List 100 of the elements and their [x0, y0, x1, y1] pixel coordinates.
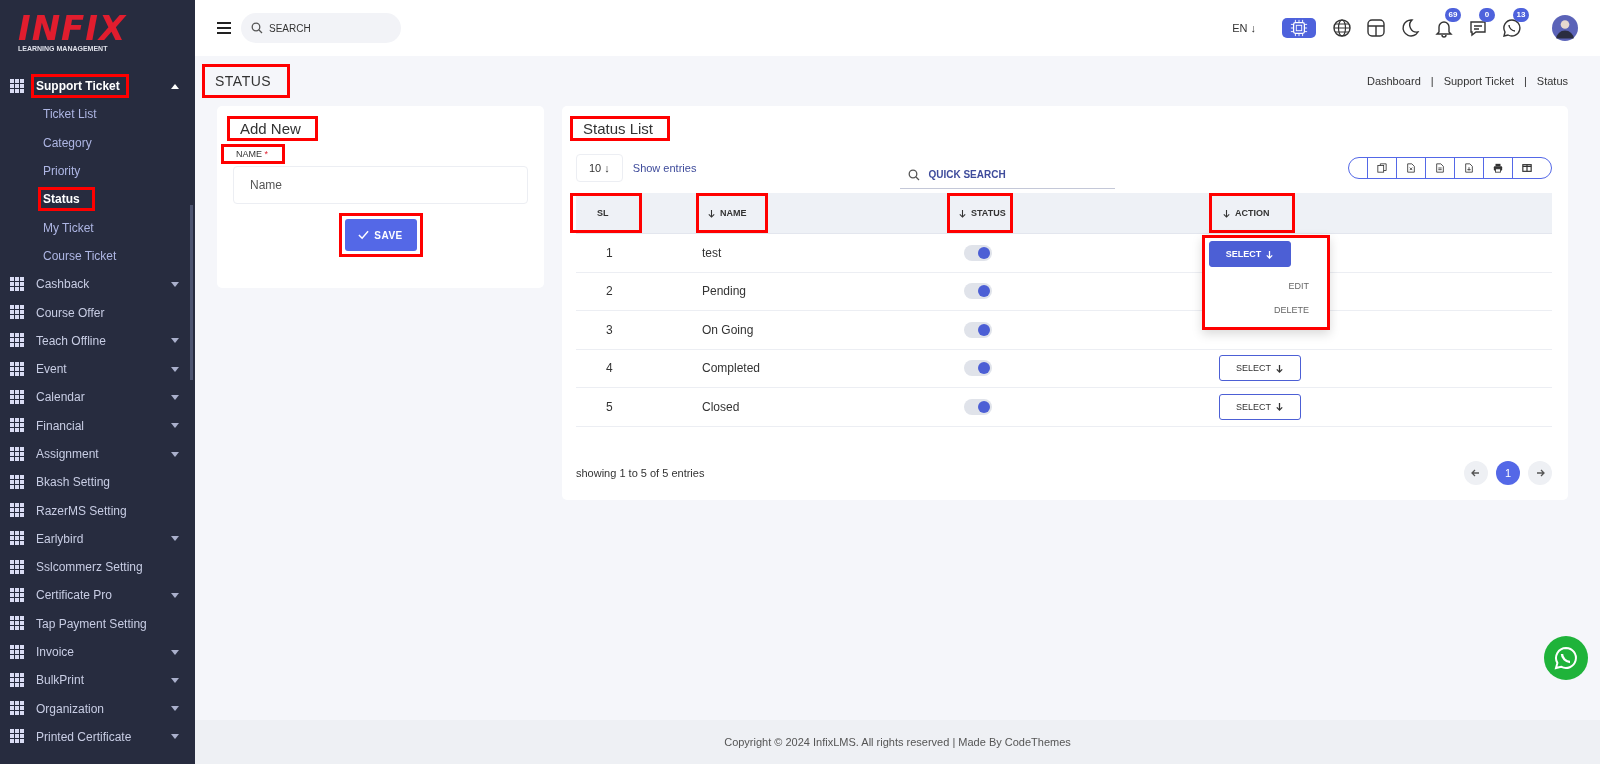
status-toggle[interactable] [964, 398, 992, 415]
sidebar-item[interactable]: Invoice [31, 640, 171, 665]
sidebar-item[interactable]: Certificate Pro [31, 583, 171, 608]
column-header[interactable]: ACTION [1209, 193, 1295, 233]
chat-icon[interactable] [1468, 18, 1488, 38]
notification-badge: 13 [1513, 8, 1529, 22]
status-toggle[interactable] [964, 244, 992, 261]
submenu-item[interactable]: Status [38, 187, 95, 212]
breadcrumb-link[interactable]: Support Ticket [1443, 75, 1514, 87]
submenu-item[interactable]: Priority [38, 159, 96, 184]
sidebar-item[interactable]: Earlybird [31, 526, 171, 551]
caret-icon[interactable] [171, 593, 179, 598]
menu-item[interactable]: DELETE [1256, 305, 1327, 315]
status-toggle[interactable] [964, 321, 992, 338]
sidebar-item[interactable]: Course Offer [31, 300, 179, 325]
sidebar-item[interactable]: Sslcommerz Setting [31, 555, 179, 580]
moon-icon[interactable] [1400, 18, 1420, 38]
bell-icon[interactable] [1434, 18, 1454, 38]
grid-icon [10, 361, 25, 377]
grid-icon [10, 644, 25, 660]
grid-icon [10, 588, 25, 603]
sidebar-item[interactable]: BulkPrint [31, 668, 171, 693]
sidebar-item[interactable]: Event [31, 357, 171, 382]
file-icon[interactable] [1406, 163, 1416, 173]
ai-chip-button[interactable] [1282, 18, 1316, 38]
sidebar-item[interactable]: Tap Payment Setting [31, 611, 179, 636]
sort-arrow-icon[interactable] [1222, 208, 1231, 218]
next-page-icon[interactable] [1528, 460, 1552, 485]
page-size-select[interactable]: 10 ↓ [576, 154, 623, 182]
avatar[interactable] [1552, 15, 1578, 41]
column-header[interactable]: SL [570, 193, 642, 233]
select-button[interactable]: SELECT [1219, 393, 1301, 420]
caret-icon[interactable] [171, 366, 179, 372]
check-icon [358, 230, 370, 240]
submenu-item[interactable]: Course Ticket [38, 243, 132, 268]
column-header[interactable]: STATUS [947, 193, 1013, 233]
search-icon[interactable] [908, 169, 921, 181]
caret-icon[interactable] [171, 83, 179, 89]
scrollbar[interactable] [190, 205, 193, 380]
field-label: NAME * [221, 144, 286, 164]
whatsapp-chat-button[interactable] [1544, 636, 1588, 680]
page-number[interactable]: 1 [1496, 460, 1520, 485]
copy-icon[interactable] [1377, 163, 1387, 173]
quick-search-field[interactable]: QUICK SEARCH [900, 161, 1116, 189]
file-icon[interactable] [1464, 163, 1474, 173]
sort-arrow-icon[interactable] [707, 208, 716, 218]
table-cell: Pending [702, 284, 747, 299]
caret-icon[interactable] [171, 649, 179, 655]
search-icon[interactable] [251, 22, 263, 34]
sidebar-item[interactable]: Calendar [31, 385, 171, 410]
sidebar-item[interactable]: Bkash Setting [31, 470, 179, 495]
table-cell: 3 [606, 322, 613, 337]
select-button[interactable]: SELECT [1219, 355, 1301, 382]
sidebar-item[interactable]: Support Ticket [31, 74, 129, 99]
submenu-item[interactable]: My Ticket [38, 215, 109, 240]
logo-title: INFIX [18, 12, 128, 44]
arrow-down-icon [1265, 249, 1275, 259]
breadcrumb-link[interactable]: Status [1536, 75, 1568, 87]
search-field[interactable]: SEARCH [241, 13, 401, 43]
sidebar-item[interactable]: Teach Offline [31, 328, 171, 353]
menu-icon[interactable] [217, 22, 231, 34]
select-button[interactable]: SELECT [1209, 241, 1291, 267]
breadcrumb-link[interactable]: Dashboard [1366, 75, 1421, 87]
save-button[interactable]: SAVE [344, 219, 417, 251]
file-icon[interactable] [1435, 163, 1445, 173]
caret-icon[interactable] [171, 677, 179, 683]
layout-icon[interactable] [1366, 18, 1386, 38]
caret-icon[interactable] [171, 706, 179, 712]
caret-icon[interactable] [171, 338, 179, 344]
card-title: Add New [227, 116, 318, 141]
sidebar-item[interactable]: Printed Certificate [31, 724, 171, 749]
language-selector[interactable]: EN ↓ [1232, 22, 1256, 34]
grid-icon [10, 78, 25, 94]
table-cell: 2 [606, 284, 613, 299]
sidebar-item[interactable]: Organization [31, 696, 171, 721]
column-header[interactable]: NAME [696, 193, 768, 233]
status-toggle[interactable] [964, 360, 992, 377]
caret-icon[interactable] [171, 536, 179, 542]
print-icon[interactable] [1493, 163, 1503, 173]
search-input[interactable]: SEARCH [269, 18, 389, 38]
sidebar-item[interactable]: Assignment [31, 442, 171, 466]
caret-icon[interactable] [171, 394, 179, 400]
grid-icon [10, 389, 25, 405]
name-input[interactable]: Name [233, 166, 528, 204]
sidebar-item[interactable]: Cashback [31, 272, 171, 297]
caret-icon[interactable] [171, 734, 179, 740]
caret-icon[interactable] [171, 281, 179, 287]
submenu-item[interactable]: Category [38, 130, 107, 155]
caret-icon[interactable] [171, 451, 179, 457]
globe-icon[interactable] [1332, 18, 1352, 38]
columns-icon[interactable] [1522, 163, 1532, 173]
sort-arrow-icon[interactable] [958, 208, 967, 218]
sidebar-item[interactable]: RazerMS Setting [31, 498, 179, 523]
status-toggle[interactable] [964, 283, 992, 300]
sidebar-item[interactable]: Financial [31, 413, 171, 438]
submenu-item[interactable]: Ticket List [38, 102, 112, 127]
menu-item[interactable]: EDIT [1270, 281, 1327, 291]
previous-page-icon[interactable] [1464, 460, 1488, 485]
caret-icon[interactable] [171, 423, 179, 429]
whatsapp-icon[interactable] [1502, 18, 1522, 38]
